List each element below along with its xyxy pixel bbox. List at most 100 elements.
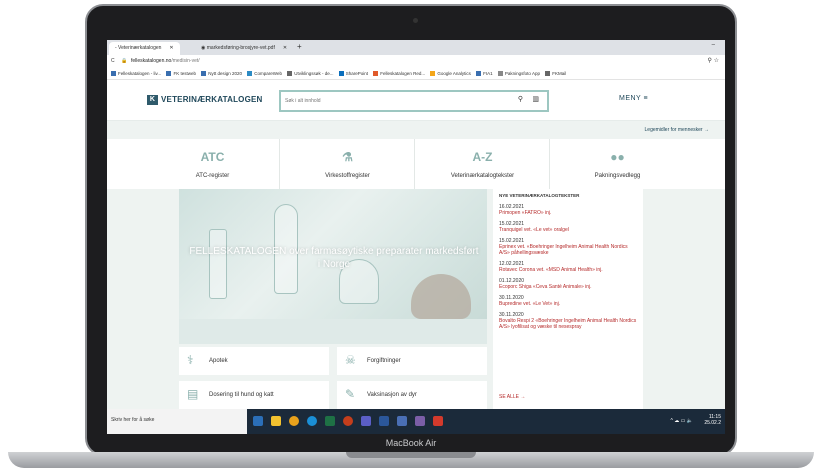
taskbar-search[interactable]: Skriv her for å søke [107, 409, 247, 434]
bookmark-item[interactable]: SharePoint [338, 71, 368, 77]
category-az[interactable]: A-Z Veterinærkatalogtekster [415, 139, 550, 189]
zoom-icon[interactable]: ⚲ ☆ [708, 57, 719, 64]
bookmark-item[interactable]: Utviklingssøk - de... [287, 71, 334, 77]
bookmark-icon [430, 71, 436, 77]
browser-tab-bar: - Veterinærkatalogen ✕ ◉ markedsføring-br… [107, 40, 725, 55]
minimize-icon[interactable]: – [712, 42, 715, 48]
tab-pdf[interactable]: ◉ markedsføring-brosjyre-vet.pdf ✕ [195, 42, 293, 55]
news-heading: NYE VETERINÆRKATALOGTEKSTER [499, 193, 580, 198]
quick-links: ⚕ Apotek ☠ Forgiftninger ▤ Dosering til … [179, 347, 489, 409]
outlook-icon[interactable] [253, 416, 263, 426]
bookmark-icon [201, 71, 207, 77]
edge-icon[interactable] [307, 416, 317, 426]
news-item[interactable]: 01.12.2020 Ecoporc Shiga «Ceva Santé Anim… [499, 278, 637, 290]
bookmark-icon [338, 71, 344, 77]
windows-taskbar: Skriv her for å søke ^ ☁ ▭ 🔈 11:15 25.02… [107, 409, 725, 434]
link-label: Forgiftninger [367, 358, 401, 364]
caduceus-icon: ⚕ [187, 353, 194, 367]
search-icon[interactable]: ⚲ [518, 95, 523, 103]
bookmark-item[interactable]: Pakningsfoto App [497, 71, 540, 77]
category-virkestoff[interactable]: ⚗ Virkestoffregister [280, 139, 415, 189]
clock-date: 25.02.2 [704, 420, 721, 426]
close-icon[interactable]: ✕ [169, 45, 173, 51]
excel-icon[interactable] [325, 416, 335, 426]
apotek-link[interactable]: ⚕ Apotek [179, 347, 329, 375]
forgiftninger-link[interactable]: ☠ Forgiftninger [337, 347, 487, 375]
category-label: Veterinærkatalogtekster [450, 173, 515, 179]
new-tab-button[interactable]: + [297, 42, 302, 51]
main-content: FELLESKATALOGEN over farmasøytiske prepa… [107, 189, 725, 409]
bookmark-icon [476, 71, 482, 77]
bookmark-item[interactable]: FIA1 [476, 71, 493, 77]
app-icon[interactable] [415, 416, 425, 426]
news-item[interactable]: 12.02.2021 Rotavec Corona vet. «MSD Anima… [499, 261, 637, 273]
news-item[interactable]: 30.11.2020 Bovalto Respi 2 «Boehringer In… [499, 312, 637, 330]
address-bar: C 🔒 felleskatalogen.no/medisin-vet/ ⚲ ☆ [107, 55, 725, 68]
browser-icon[interactable] [343, 416, 353, 426]
bookmark-icon [166, 71, 172, 77]
bookmark-icon [497, 71, 503, 77]
menu-button[interactable]: MENY ≡ [619, 95, 648, 102]
acrobat-icon[interactable] [433, 416, 443, 426]
bookmark-icon [111, 71, 116, 77]
skull-icon: ☠ [345, 353, 356, 367]
hero-title: FELLESKATALOGEN over farmasøytiske prepa… [189, 246, 479, 270]
barcode-icon[interactable]: ▥ [532, 95, 539, 103]
screen: - Veterinærkatalogen ✕ ◉ markedsføring-br… [107, 40, 725, 434]
bookmark-item[interactable]: Felleskatalogen - liv... [111, 71, 161, 77]
category-label: Virkestoffregister [325, 173, 370, 179]
document-icon: ▤ [187, 387, 199, 401]
url-field[interactable]: felleskatalogen.no/medisin-vet/ [131, 58, 200, 64]
teams-icon[interactable] [361, 416, 371, 426]
news-item[interactable]: 15.02.2021 Eprinex vet. «Boehringer Ingel… [499, 238, 637, 256]
bookmark-icon [545, 71, 551, 77]
category-pakningsvedlegg[interactable]: ●● Pakningsvedlegg [550, 139, 685, 189]
bookmark-item[interactable]: Felleskatalogen Red... [373, 71, 425, 77]
app-icon[interactable] [397, 416, 407, 426]
human-medicine-link[interactable]: Legemidler for mennesker → [645, 127, 709, 133]
clock[interactable]: 11:15 25.02.2 [704, 414, 721, 426]
camera [413, 18, 418, 23]
bookmark-item[interactable]: Nytt design 2020 [201, 71, 242, 77]
pills-icon: ●● [610, 150, 625, 164]
bookmark-item[interactable]: CompareWeb [247, 71, 282, 77]
reload-icon[interactable]: C [111, 58, 115, 64]
news-panel: NYE VETERINÆRKATALOGTEKSTER 16.02.2021 Pr… [493, 189, 643, 409]
tab-veterinaerkatalogen[interactable]: - Veterinærkatalogen ✕ [109, 42, 180, 55]
chrome-icon[interactable] [289, 416, 299, 426]
bookmarks-bar: Felleskatalogen - liv... FK testweb Nytt… [107, 68, 725, 80]
hero-banner: FELLESKATALOGEN over farmasøytiske prepa… [179, 189, 487, 344]
link-label: Vaksinasjon av dyr [367, 392, 417, 398]
az-icon: A-Z [472, 150, 493, 164]
see-all-link[interactable]: SE ALLE → [499, 394, 525, 400]
lock-icon: 🔒 [121, 58, 128, 64]
laptop-notch [346, 452, 476, 458]
atc-icon: ATC [200, 150, 225, 164]
dosering-link[interactable]: ▤ Dosering til hund og katt [179, 381, 329, 409]
site-logo[interactable]: K VETERINÆRKATALOGEN [147, 95, 263, 105]
category-row: ATC ATC-register ⚗ Virkestoffregister A-… [145, 139, 687, 189]
bookmark-icon [373, 71, 379, 77]
search-input[interactable] [285, 96, 485, 106]
news-item[interactable]: 15.02.2021 Tranquigel vet. «Le vet» oralg… [499, 221, 637, 233]
explorer-icon[interactable] [271, 416, 281, 426]
logo-icon: K [147, 95, 158, 105]
search-box: ⚲ ▥ [279, 90, 549, 112]
category-label: ATC-register [195, 173, 230, 179]
bookmark-item[interactable]: FK testweb [166, 71, 196, 77]
substance-icon: ⚗ [342, 150, 353, 164]
cat-image [411, 274, 471, 319]
tray-icons[interactable]: ^ ☁ ▭ 🔈 [671, 418, 693, 424]
vaksinasjon-link[interactable]: ✎ Vaksinasjon av dyr [337, 381, 487, 409]
bookmark-item[interactable]: FKMail [545, 71, 566, 77]
laptop: - Veterinærkatalogen ✕ ◉ markedsføring-br… [0, 0, 822, 476]
device-brand: MacBook Air [385, 438, 437, 448]
news-item[interactable]: 30.11.2020 Bupredine vet. «Le Vet» inj. [499, 295, 637, 307]
word-icon[interactable] [379, 416, 389, 426]
site-header: KVETERINÆRKATALOGEN ⚲ ▥ MENY ≡ [107, 81, 725, 121]
category-atc[interactable]: ATC ATC-register [145, 139, 280, 189]
close-icon[interactable]: ✕ [283, 45, 287, 51]
bookmark-item[interactable]: Google Analytics [430, 71, 471, 77]
news-item[interactable]: 16.02.2021 Primopen «FATRO» inj. [499, 204, 637, 216]
syringe-icon: ✎ [345, 387, 356, 401]
